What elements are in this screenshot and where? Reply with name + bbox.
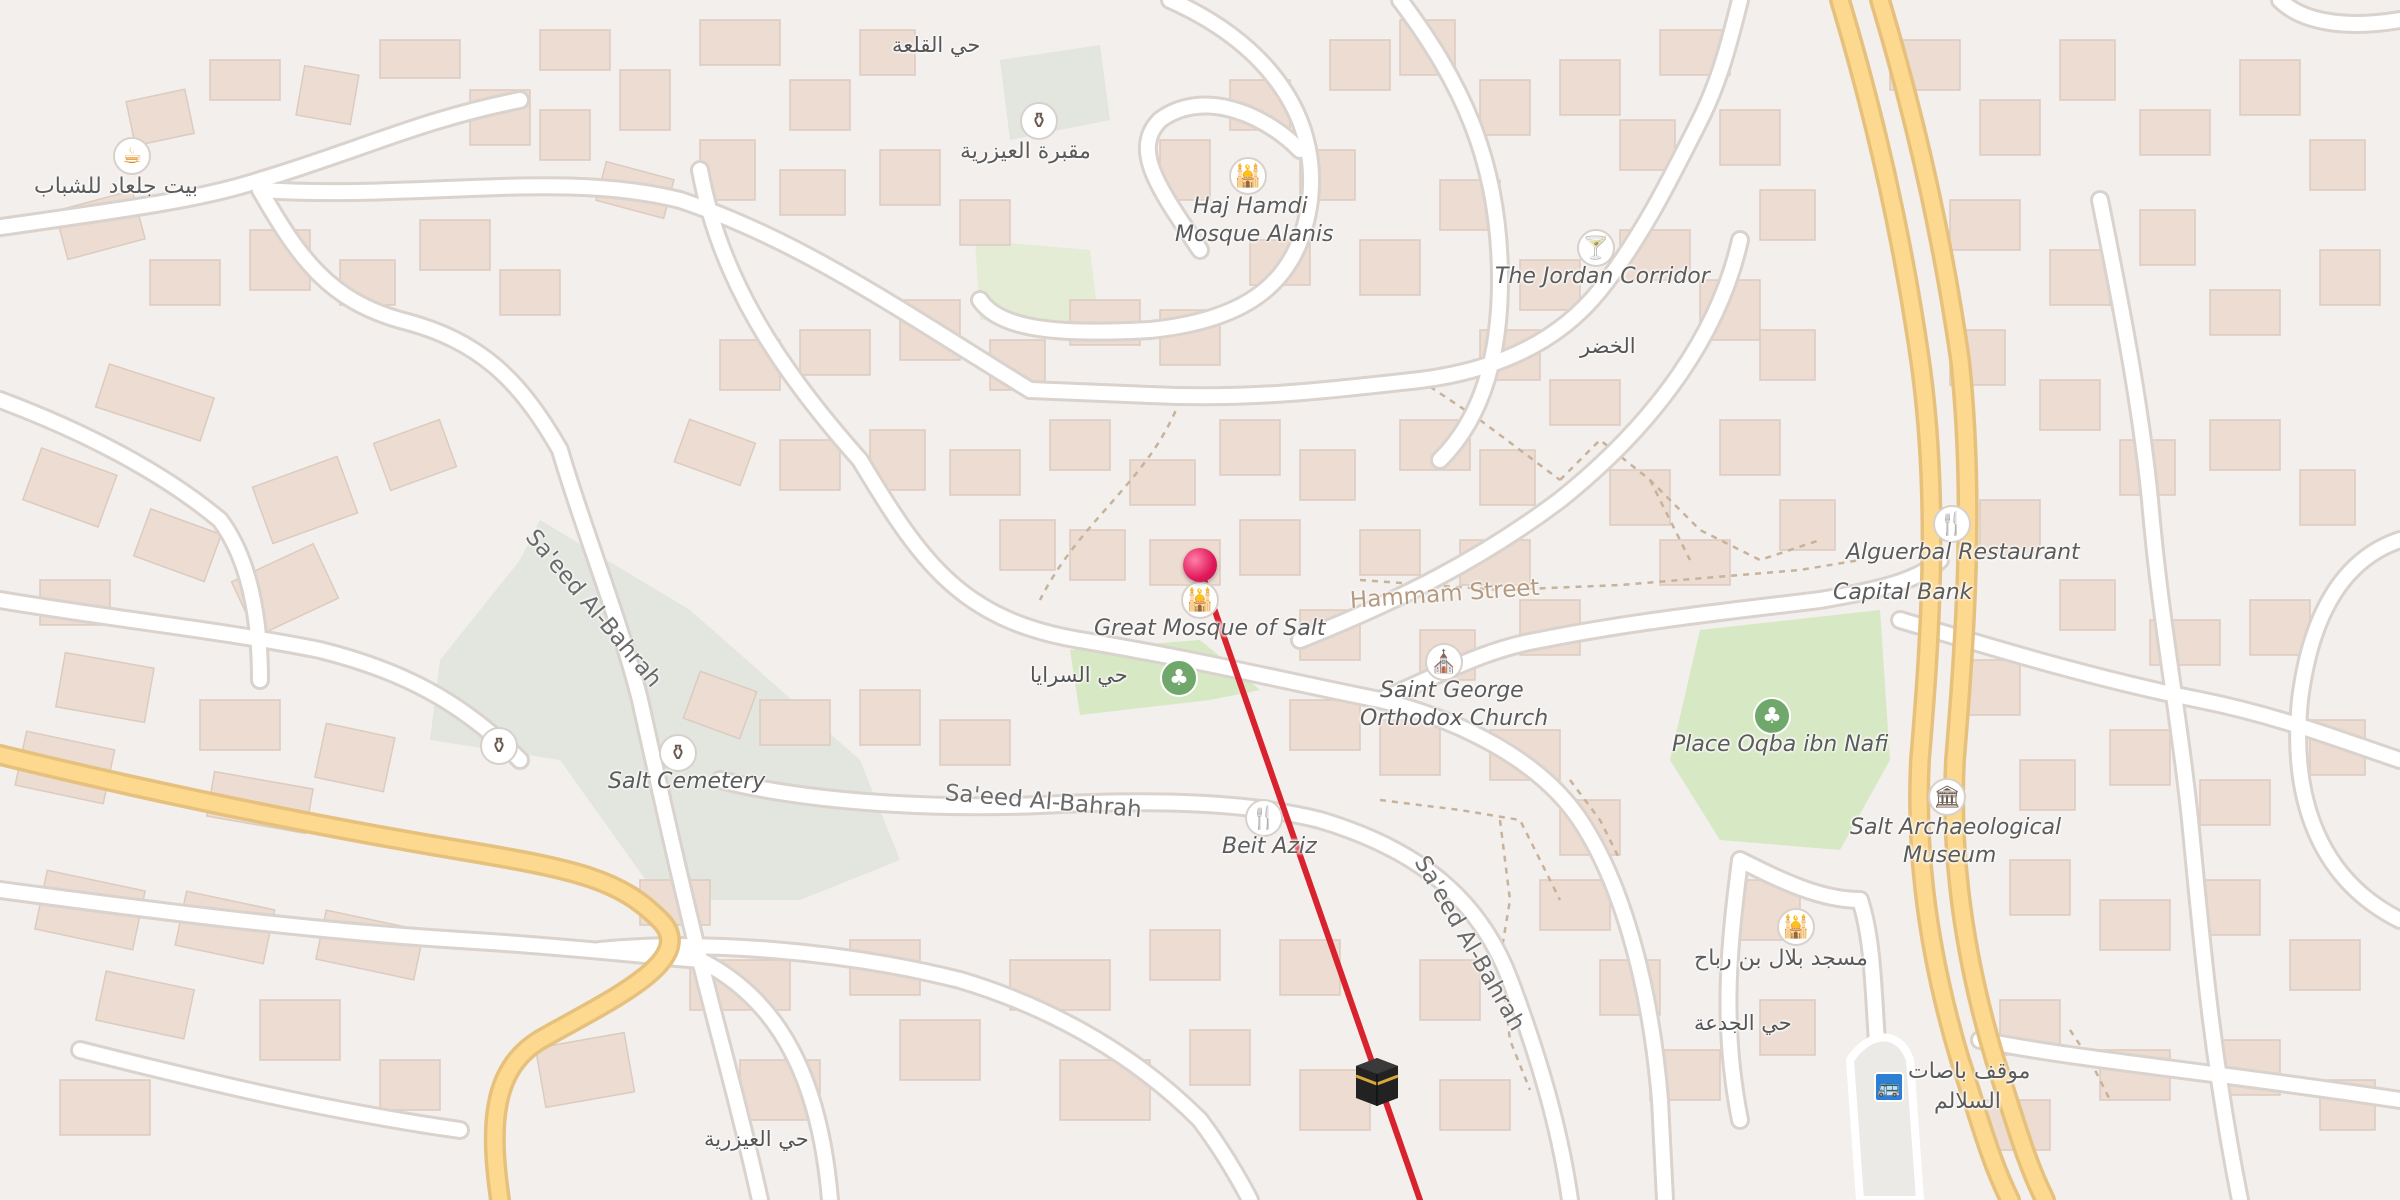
area-label-aizriya: حي العيزرية xyxy=(704,1127,809,1151)
kaaba-icon[interactable] xyxy=(1350,1056,1404,1108)
poi-label-beit-aziz[interactable]: Beit Aziz xyxy=(1222,833,1317,861)
poi-label-bilal-mosque[interactable]: مسجد بلال بن رباح xyxy=(1694,945,1868,973)
poi-label-st-george-2[interactable]: Orthodox Church xyxy=(1360,705,1548,733)
mosque-icon[interactable]: 🕌 xyxy=(1181,581,1219,619)
poi-label-haj-hamdi-2[interactable]: Mosque Alanis xyxy=(1175,221,1334,249)
poi-label-great-mosque[interactable]: Great Mosque of Salt xyxy=(1094,615,1325,643)
poi-label-maqbara[interactable]: مقبرة العيزرية xyxy=(960,138,1091,166)
tree-icon[interactable]: ♣ xyxy=(1160,659,1198,697)
area-label-jadaa: حي الجدعة xyxy=(1694,1011,1792,1035)
cafe-icon[interactable]: ☕ xyxy=(113,137,151,175)
poi-label-place-oqba[interactable]: Place Oqba ibn Nafi xyxy=(1672,731,1888,759)
poi-label-capital-bank[interactable]: Capital Bank xyxy=(1833,579,1972,607)
area-label-saraya: حي السرايا xyxy=(1030,663,1128,687)
bus-stop-icon[interactable]: 🚌 xyxy=(1874,1072,1904,1102)
cemetery-icon[interactable]: ⚱ xyxy=(1020,102,1058,140)
location-pin-icon[interactable] xyxy=(1183,548,1217,582)
poi-label-museum-1[interactable]: Salt Archaeological xyxy=(1850,814,2061,842)
poi-label-salt-cemetery[interactable]: Salt Cemetery xyxy=(608,768,765,796)
museum-icon[interactable]: 🏛 xyxy=(1928,778,1966,816)
tree-icon[interactable]: ♣ xyxy=(1753,697,1791,735)
cemetery-icon[interactable]: ⚱ xyxy=(659,734,697,772)
mosque-icon[interactable]: 🕌 xyxy=(1777,908,1815,946)
church-icon[interactable]: ⛪ xyxy=(1425,643,1463,681)
poi-label-bayt-jalaad[interactable]: بيت جلعاد للشباب xyxy=(34,173,198,201)
cemetery-icon[interactable]: ⚱ xyxy=(480,727,518,765)
poi-label-bus-2[interactable]: السلالم xyxy=(1934,1088,2001,1116)
poi-label-haj-hamdi-1[interactable]: Haj Hamdi xyxy=(1193,193,1308,221)
restaurant-icon[interactable]: 🍴 xyxy=(1933,505,1971,543)
mosque-icon[interactable]: 🕌 xyxy=(1229,157,1267,195)
map-view[interactable]: Sa'eed Al-Bahrah Sa'eed Al-Bahrah Sa'eed… xyxy=(0,0,2400,1200)
area-label-qalaa: حي القلعة xyxy=(892,33,981,57)
poi-label-bus-1[interactable]: موقف باصات xyxy=(1908,1058,2030,1086)
restaurant-icon[interactable]: 🍴 xyxy=(1245,799,1283,837)
poi-label-alguerbal[interactable]: Alguerbal Restaurant xyxy=(1846,539,2080,567)
poi-label-museum-2[interactable]: Museum xyxy=(1903,842,1996,870)
poi-label-jordan-corridor[interactable]: The Jordan Corridor xyxy=(1495,263,1710,291)
bar-icon[interactable]: 🍸 xyxy=(1577,229,1615,267)
poi-label-st-george-1[interactable]: Saint George xyxy=(1380,677,1524,705)
area-label-khidr: الخضر xyxy=(1580,334,1636,358)
